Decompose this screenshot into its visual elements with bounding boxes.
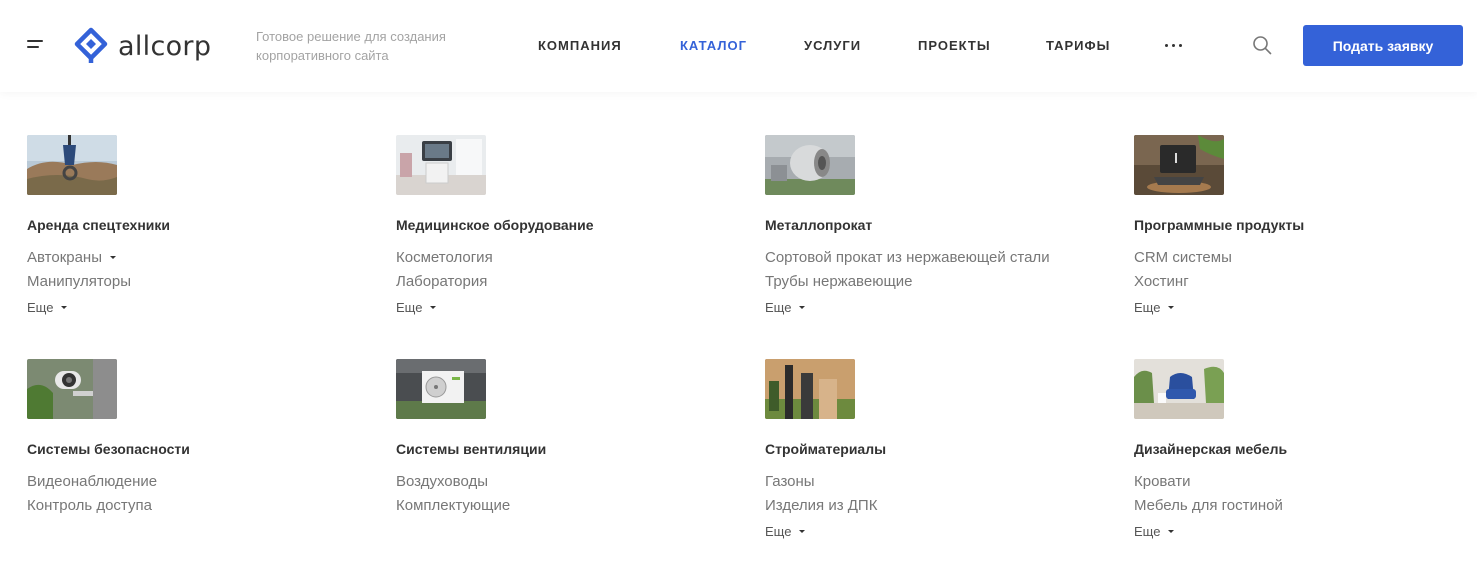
caret-down-icon[interactable] — [110, 255, 116, 259]
more-label: Еще — [1134, 524, 1161, 539]
subcategory-link[interactable]: Изделия из ДПК — [765, 497, 877, 514]
more-toggle[interactable]: Еще — [765, 300, 806, 315]
more-label: Еще — [765, 524, 792, 539]
more-label: Еще — [27, 300, 54, 315]
submit-request-button[interactable]: Подать заявку — [1303, 25, 1463, 66]
site-tagline: Готовое решение для создания корпоративн… — [256, 29, 446, 63]
caret-down-icon — [1168, 306, 1175, 310]
category-title[interactable]: Системы безопасности — [27, 441, 190, 457]
more-label: Еще — [396, 300, 423, 315]
caret-down-icon — [799, 306, 806, 310]
subcategory-link[interactable]: Манипуляторы — [27, 273, 131, 290]
category-image-ventilation[interactable] — [396, 359, 486, 419]
nav-item-services[interactable]: УСЛУГИ — [804, 38, 861, 53]
category-image-medical[interactable] — [396, 135, 486, 195]
site-header: allcorp Готовое решение для создания кор… — [0, 0, 1477, 92]
caret-down-icon — [61, 306, 68, 310]
more-toggle[interactable]: Еще — [765, 524, 806, 539]
subcategory-link[interactable]: Автокраны — [27, 249, 116, 266]
category-title[interactable]: Стройматериалы — [765, 441, 886, 457]
nav-item-catalog[interactable]: КАТАЛОГ — [680, 38, 747, 53]
subcategory-link[interactable]: Контроль доступа — [27, 497, 152, 514]
subcategory-link[interactable]: Видеонаблюдение — [27, 473, 157, 490]
category-title[interactable]: Медицинское оборудование — [396, 217, 594, 233]
category-title[interactable]: Аренда спецтехники — [27, 217, 170, 233]
caret-down-icon — [430, 306, 437, 310]
category-image-building-materials[interactable] — [765, 359, 855, 419]
subcategory-link[interactable]: Лаборатория — [396, 273, 487, 290]
more-toggle[interactable]: Еще — [27, 300, 68, 315]
more-nav-icon[interactable] — [1165, 44, 1185, 48]
category-image-security[interactable] — [27, 359, 117, 419]
nav-item-tariffs[interactable]: ТАРИФЫ — [1046, 38, 1110, 53]
nav-item-company[interactable]: КОМПАНИЯ — [538, 38, 622, 53]
category-title[interactable]: Дизайнерская мебель — [1134, 441, 1287, 457]
caret-down-icon — [1168, 530, 1175, 534]
category-image-software[interactable] — [1134, 135, 1224, 195]
subcategory-link[interactable]: Кровати — [1134, 473, 1190, 490]
category-title[interactable]: Металлопрокат — [765, 217, 872, 233]
caret-down-icon — [799, 530, 806, 534]
subcategory-link[interactable]: Комплектующие — [396, 497, 510, 514]
category-image-furniture[interactable] — [1134, 359, 1224, 419]
category-image-metal[interactable] — [765, 135, 855, 195]
category-title[interactable]: Программные продукты — [1134, 217, 1304, 233]
subcategory-label: Автокраны — [27, 249, 102, 266]
subcategory-link[interactable]: CRM системы — [1134, 249, 1232, 266]
nav-item-projects[interactable]: ПРОЕКТЫ — [918, 38, 991, 53]
subcategory-link[interactable]: Хостинг — [1134, 273, 1189, 290]
category-image-special-machinery[interactable] — [27, 135, 117, 195]
more-label: Еще — [765, 300, 792, 315]
more-toggle[interactable]: Еще — [396, 300, 437, 315]
category-title[interactable]: Системы вентиляции — [396, 441, 546, 457]
logo-icon — [74, 27, 108, 63]
subcategory-link[interactable]: Мебель для гостиной — [1134, 497, 1283, 514]
subcategory-link[interactable]: Газоны — [765, 473, 815, 490]
subcategory-link[interactable]: Косметология — [396, 249, 493, 266]
menu-burger-icon[interactable] — [27, 40, 45, 50]
search-icon[interactable] — [1252, 35, 1272, 55]
subcategory-link[interactable]: Воздуховоды — [396, 473, 488, 490]
subcategory-link[interactable]: Сортовой прокат из нержавеющей стали — [765, 249, 1050, 266]
more-label: Еще — [1134, 300, 1161, 315]
more-toggle[interactable]: Еще — [1134, 524, 1175, 539]
more-toggle[interactable]: Еще — [1134, 300, 1175, 315]
logo[interactable]: allcorp — [74, 27, 211, 65]
subcategory-link[interactable]: Трубы нержавеющие — [765, 273, 913, 290]
logo-text: allcorp — [118, 30, 212, 62]
